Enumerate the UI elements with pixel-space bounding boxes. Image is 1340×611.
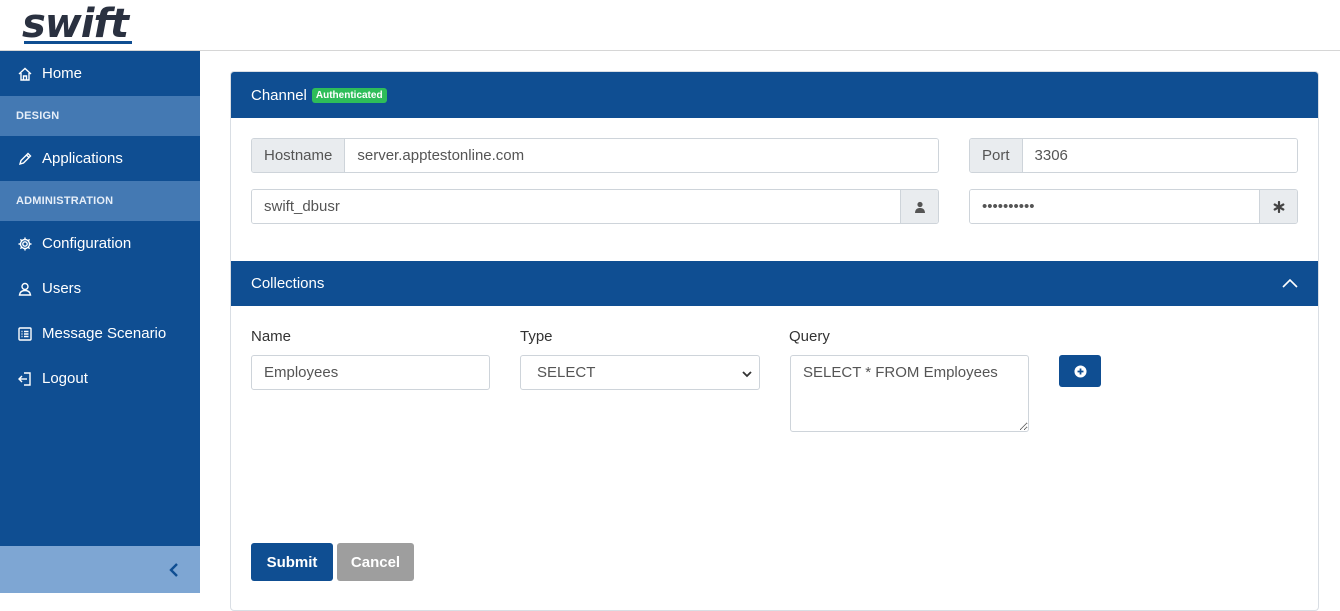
cancel-button[interactable]: Cancel [337, 543, 414, 581]
username-group [251, 189, 939, 224]
port-input[interactable] [1022, 139, 1297, 172]
chevron-left-icon[interactable] [166, 560, 182, 580]
sidebar-item-label: Home [42, 65, 83, 82]
gear-icon [16, 235, 34, 253]
hostname-group: Hostname [251, 138, 939, 173]
channel-header: Channel Authenticated [231, 72, 1318, 118]
port-label: Port [970, 139, 1023, 172]
sidebar-footer [0, 546, 200, 593]
home-icon [16, 65, 34, 83]
type-label: Type [520, 328, 553, 345]
brand-logo[interactable]: swift [22, 2, 129, 46]
sidebar: Home DESIGN Applications ADMINISTRATION … [0, 51, 200, 593]
sidebar-item-message-scenario[interactable]: Message Scenario [0, 311, 200, 356]
hostname-label: Hostname [252, 139, 346, 172]
asterisk-icon [1259, 190, 1297, 223]
top-bar: swift [0, 0, 1340, 51]
add-collection-button[interactable] [1059, 355, 1101, 387]
type-select-value: SELECT [537, 364, 596, 381]
query-label: Query [789, 328, 830, 345]
user-icon [16, 280, 34, 298]
username-input[interactable] [252, 190, 900, 223]
channel-card: Channel Authenticated Hostname Port Coll… [230, 71, 1319, 611]
sidebar-item-users[interactable]: Users [0, 266, 200, 311]
user-icon [900, 190, 938, 223]
sidebar-item-label: Message Scenario [42, 325, 167, 342]
password-input[interactable] [970, 190, 1259, 223]
list-icon [16, 325, 34, 343]
collections-title: Collections [251, 275, 325, 292]
sidebar-item-configuration[interactable]: Configuration [0, 221, 200, 266]
sidebar-section-administration: ADMINISTRATION [0, 181, 200, 221]
channel-title: Channel [251, 86, 307, 104]
sidebar-section-design: DESIGN [0, 96, 200, 136]
password-group [969, 189, 1298, 224]
sidebar-item-label: Applications [42, 150, 123, 167]
collection-name-input[interactable] [251, 355, 490, 390]
sidebar-item-applications[interactable]: Applications [0, 136, 200, 181]
sidebar-item-label: Configuration [42, 235, 132, 252]
chevron-down-icon [741, 367, 753, 379]
sidebar-item-logout[interactable]: Logout [0, 356, 200, 401]
hostname-input[interactable] [345, 139, 938, 172]
type-select[interactable]: SELECT [520, 355, 760, 390]
plus-circle-icon [1073, 364, 1087, 378]
pencil-icon [16, 150, 34, 168]
status-badge: Authenticated [311, 87, 387, 103]
collections-header[interactable]: Collections [231, 261, 1318, 306]
sidebar-item-label: Logout [42, 370, 88, 387]
logo-underline [24, 41, 132, 44]
chevron-up-icon[interactable] [1282, 275, 1298, 288]
port-group: Port [969, 138, 1298, 173]
sidebar-item-home[interactable]: Home [0, 51, 200, 96]
submit-button[interactable]: Submit [251, 543, 333, 581]
sidebar-item-label: Users [42, 280, 82, 297]
query-textarea[interactable] [790, 355, 1029, 432]
logout-icon [16, 370, 34, 388]
name-label: Name [251, 328, 292, 345]
